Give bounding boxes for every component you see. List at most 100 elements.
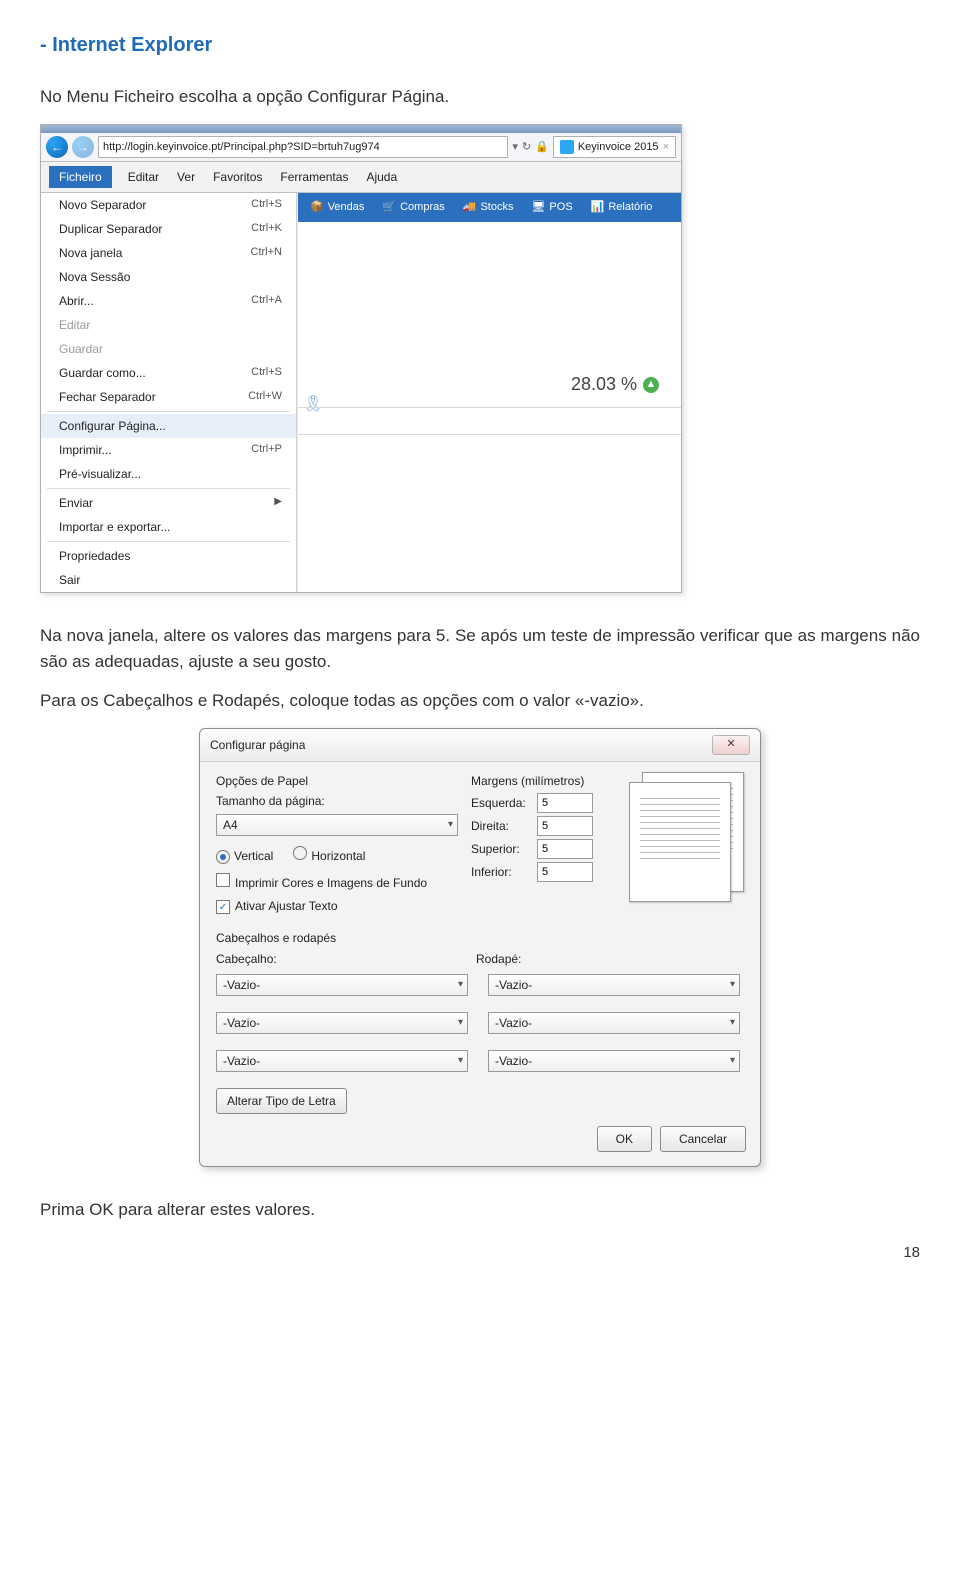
margin-bottom-label: Inferior:: [471, 863, 531, 881]
menu-item-label: Sair: [59, 571, 80, 589]
file-menu-item: Guardar: [41, 337, 296, 361]
change-font-button[interactable]: Alterar Tipo de Letra: [216, 1088, 347, 1114]
footer-label: Rodapé:: [476, 950, 716, 968]
margin-right-input[interactable]: [537, 816, 593, 836]
menu-item-label: Configurar Página...: [59, 417, 166, 435]
headers-footers-section-label: Cabeçalhos e rodapés: [216, 929, 744, 947]
chevron-down-icon: ▾: [458, 1053, 463, 1068]
cancel-button[interactable]: Cancelar: [660, 1126, 746, 1152]
dialog-close-button[interactable]: ✕: [712, 735, 750, 755]
percent-value: 28.03 %: [571, 371, 637, 398]
nav-item[interactable]: 🛒Compras: [382, 199, 444, 216]
nav-item-icon: 🛒: [382, 199, 396, 216]
forward-button[interactable]: →: [72, 136, 94, 158]
menu-ficheiro[interactable]: Ficheiro: [49, 166, 112, 188]
menu-editar[interactable]: Editar: [126, 166, 161, 188]
footer-select-2[interactable]: -Vazio-▾: [488, 1012, 740, 1034]
ok-button[interactable]: OK: [597, 1126, 652, 1152]
menu-item-label: Guardar: [59, 340, 103, 358]
file-menu-item[interactable]: Configurar Página...: [41, 414, 296, 438]
margin-left-input[interactable]: [537, 793, 593, 813]
menu-item-label: Editar: [59, 316, 90, 334]
menu-item-label: Fechar Separador: [59, 388, 156, 406]
search-dropdown-icon[interactable]: ▾: [512, 139, 518, 156]
tab-icon: [560, 140, 574, 154]
lock-icon: 🔒: [535, 139, 549, 156]
file-menu-item: Editar: [41, 313, 296, 337]
menu-favoritos[interactable]: Favoritos: [211, 166, 264, 188]
menu-item-label: Importar e exportar...: [59, 518, 170, 536]
file-menu-item[interactable]: Duplicar SeparadorCtrl+K: [41, 217, 296, 241]
nav-item-icon: 🚚: [463, 199, 477, 216]
chevron-down-icon: ▾: [448, 817, 453, 832]
shrink-to-fit-checkbox[interactable]: ✓Ativar Ajustar Texto: [216, 897, 471, 915]
file-menu-item[interactable]: Sair: [41, 568, 296, 592]
page-preview: [629, 772, 744, 900]
file-menu-item[interactable]: Propriedades: [41, 544, 296, 568]
menu-item-shortcut: Ctrl+S: [251, 364, 282, 382]
tab-title: Keyinvoice 2015: [578, 139, 659, 156]
file-menu-item[interactable]: Enviar▶: [41, 491, 296, 515]
nav-item[interactable]: 📦Vendas: [310, 199, 364, 216]
menu-ver[interactable]: Ver: [175, 166, 197, 188]
menu-item-label: Nova Sessão: [59, 268, 130, 286]
nav-item-label: POS: [549, 199, 572, 216]
up-arrow-icon: ▲: [643, 377, 659, 393]
paragraph-1: No Menu Ficheiro escolha a opção Configu…: [40, 84, 920, 110]
nav-item-label: Compras: [400, 199, 445, 216]
back-button[interactable]: ←: [46, 136, 68, 158]
margin-left-label: Esquerda:: [471, 794, 531, 812]
nav-item[interactable]: 🖥POS: [531, 199, 572, 216]
nav-item-icon: 📊: [591, 199, 605, 216]
print-background-checkbox[interactable]: Imprimir Cores e Imagens de Fundo: [216, 873, 471, 892]
refresh-icon[interactable]: ↻: [522, 139, 531, 156]
menu-item-label: Nova janela: [59, 244, 122, 262]
menu-ajuda[interactable]: Ajuda: [364, 166, 399, 188]
nav-item-icon: 🖥: [531, 199, 545, 216]
file-menu-item[interactable]: Fechar SeparadorCtrl+W: [41, 385, 296, 409]
chevron-down-icon: ▾: [730, 1053, 735, 1068]
margin-top-input[interactable]: [537, 839, 593, 859]
file-menu-item[interactable]: Novo SeparadorCtrl+S: [41, 193, 296, 217]
url-field[interactable]: http://login.keyinvoice.pt/Principal.php…: [98, 136, 508, 159]
page-content-area: 📦Vendas 🛒Compras 🚚Stocks 🖥POS 📊Relatório 28.…: [297, 193, 681, 592]
header-select-1[interactable]: -Vazio-▾: [216, 974, 468, 996]
header-select-3[interactable]: -Vazio-▾: [216, 1050, 468, 1072]
orientation-vertical[interactable]: Vertical: [216, 849, 273, 863]
browser-tab[interactable]: Keyinvoice 2015 ×: [553, 136, 676, 159]
header-select-2[interactable]: -Vazio-▾: [216, 1012, 468, 1034]
nav-item[interactable]: 📊Relatório: [591, 199, 653, 216]
chevron-down-icon: ▾: [458, 1015, 463, 1030]
menu-separator: [47, 541, 290, 542]
menu-item-label: Imprimir...: [59, 441, 112, 459]
dialog-title: Configurar página: [210, 736, 305, 754]
submenu-arrow-icon: ▶: [274, 494, 282, 512]
menu-separator: [47, 488, 290, 489]
dialog-titlebar: Configurar página ✕: [200, 729, 760, 762]
page-number: 18: [40, 1242, 920, 1265]
page-size-select[interactable]: A4▾: [216, 814, 458, 836]
margin-bottom-input[interactable]: [537, 862, 593, 882]
nav-item[interactable]: 🚚Stocks: [463, 199, 514, 216]
file-menu-item[interactable]: Nova janelaCtrl+N: [41, 241, 296, 265]
file-menu-item[interactable]: Imprimir...Ctrl+P: [41, 438, 296, 462]
file-menu-item[interactable]: Guardar como...Ctrl+S: [41, 361, 296, 385]
menu-item-label: Novo Separador: [59, 196, 146, 214]
margins-section-label: Margens (milímetros): [471, 772, 616, 790]
chevron-down-icon: ▾: [730, 977, 735, 992]
tab-close-icon[interactable]: ×: [663, 139, 669, 156]
nav-item-label: Stocks: [480, 199, 513, 216]
paragraph-4: Prima OK para alterar estes valores.: [40, 1197, 920, 1223]
nav-item-label: Vendas: [328, 199, 365, 216]
percent-indicator: 28.03 % ▲: [571, 371, 659, 398]
file-menu-item[interactable]: Nova Sessão: [41, 265, 296, 289]
orientation-horizontal[interactable]: Horizontal: [293, 849, 365, 863]
file-menu-item[interactable]: Abrir...Ctrl+A: [41, 289, 296, 313]
footer-select-3[interactable]: -Vazio-▾: [488, 1050, 740, 1072]
footer-select-1[interactable]: -Vazio-▾: [488, 974, 740, 996]
file-menu-item[interactable]: Importar e exportar...: [41, 515, 296, 539]
menu-ferramentas[interactable]: Ferramentas: [278, 166, 350, 188]
file-menu-item[interactable]: Pré-visualizar...: [41, 462, 296, 486]
section-heading: - Internet Explorer: [40, 30, 920, 60]
margin-right-label: Direita:: [471, 817, 531, 835]
